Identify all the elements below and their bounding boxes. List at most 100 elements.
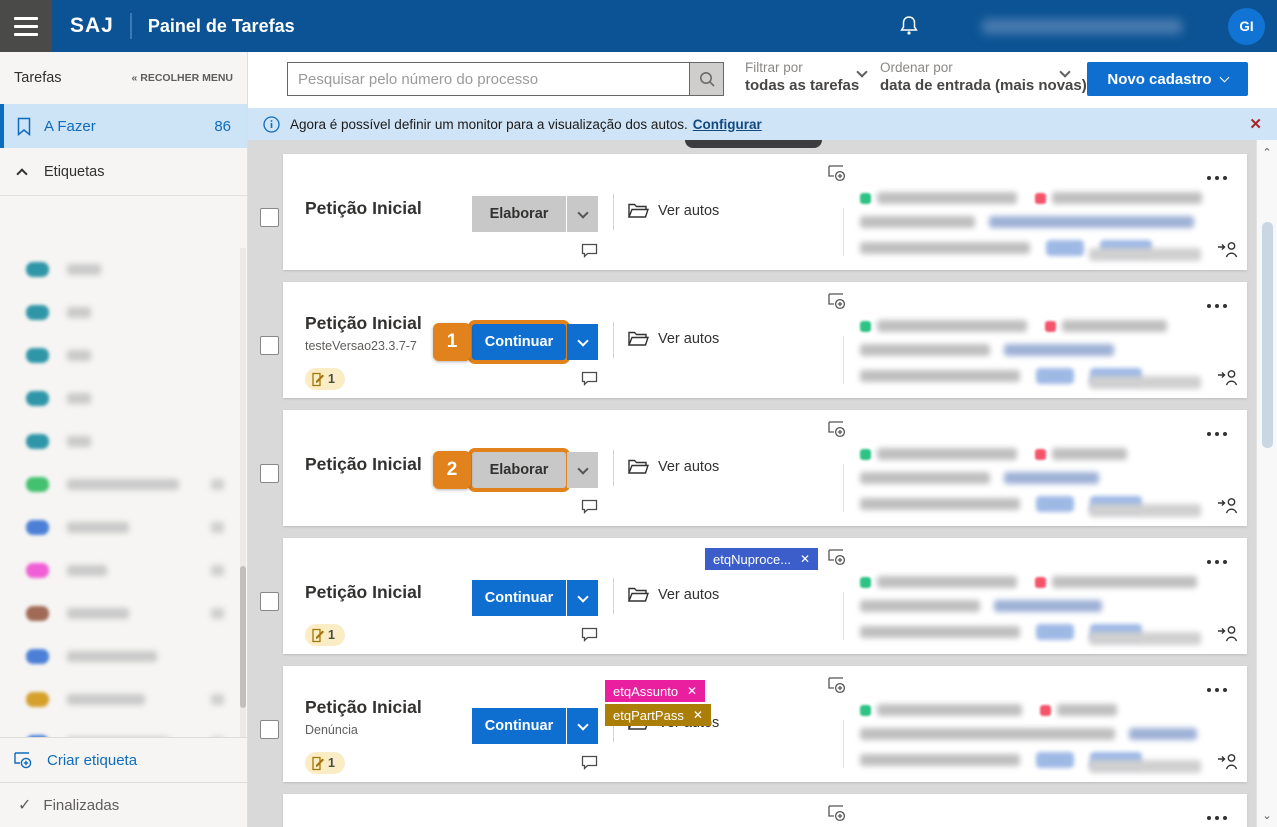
sidebar-tag-item[interactable] (0, 291, 248, 334)
filter-dropdown[interactable]: Filtrar por todas as tarefas (745, 60, 859, 94)
scroll-up-icon[interactable]: ⌃ (1257, 146, 1277, 159)
ver-autos-button[interactable]: Ver autos (628, 202, 719, 219)
sort-chevron-icon[interactable] (1061, 66, 1069, 84)
define-monitor-icon[interactable] (828, 293, 848, 310)
search-button[interactable] (689, 63, 723, 95)
tag-color-dot (26, 434, 49, 449)
comment-bubble-icon[interactable] (581, 371, 598, 386)
sidebar-item-finalizadas[interactable]: ✓ Finalizadas (0, 782, 247, 827)
main-scrollbar[interactable]: ⌃ ⌄ (1256, 140, 1277, 827)
sidebar-tag-item[interactable] (0, 506, 248, 549)
info-banner: Agora é possível definir um monitor para… (248, 108, 1277, 140)
create-tag-button[interactable]: Criar etiqueta (0, 737, 247, 782)
collapse-menu-button[interactable]: « RECOLHER MENU (131, 72, 233, 84)
assign-task-icon[interactable] (1217, 496, 1239, 514)
task-checkbox[interactable] (260, 464, 279, 483)
comment-bubble-icon[interactable] (581, 627, 598, 642)
passive-party-status-dot (1035, 577, 1046, 588)
sidebar-tag-item[interactable] (0, 248, 248, 291)
tag-remove-icon[interactable]: ✕ (693, 708, 703, 722)
tag-color-dot (26, 692, 49, 707)
tag-remove-icon[interactable]: ✕ (687, 684, 697, 698)
search-input[interactable] (288, 63, 689, 95)
hamburger-menu-icon[interactable] (0, 0, 52, 52)
define-monitor-icon[interactable] (828, 805, 848, 822)
filter-chevron-icon[interactable] (858, 66, 866, 84)
action-dropdown-chevron[interactable] (567, 196, 598, 232)
sort-value: data de entrada (mais novas) (880, 77, 1087, 94)
tag-pill[interactable]: etqPartPass✕ (605, 704, 711, 726)
task-checkbox[interactable] (260, 592, 279, 611)
tag-color-dot (26, 520, 49, 535)
task-checkbox[interactable] (260, 208, 279, 227)
task-checkbox[interactable] (260, 720, 279, 739)
more-options-icon[interactable] (1205, 172, 1229, 184)
tag-color-dot (26, 649, 49, 664)
comment-bubble-icon[interactable] (581, 243, 598, 258)
task-action-button[interactable]: Elaborar (472, 196, 566, 232)
action-dropdown-chevron[interactable] (567, 580, 598, 616)
task-action-button[interactable]: Continuar (472, 580, 566, 616)
sidebar-tag-item[interactable] (0, 678, 248, 721)
assign-task-icon[interactable] (1217, 368, 1239, 386)
detail-divider (843, 464, 844, 512)
tag-remove-icon[interactable]: ✕ (800, 552, 810, 566)
sidebar-tag-item[interactable] (0, 377, 248, 420)
comment-bubble-icon[interactable] (581, 755, 598, 770)
sidebar-tag-item[interactable] (0, 463, 248, 506)
app-window: SAJ Painel de Tarefas GI Filtrar (0, 0, 1277, 827)
tag-label-blurred (67, 651, 157, 662)
designar-tarefa-blurred (1089, 248, 1201, 261)
more-options-icon[interactable] (1205, 684, 1229, 696)
more-options-icon[interactable] (1205, 556, 1229, 568)
action-dropdown-chevron[interactable] (567, 708, 598, 744)
assign-task-icon[interactable] (1217, 752, 1239, 770)
ver-autos-button[interactable]: Ver autos (628, 586, 719, 603)
more-options-icon[interactable] (1205, 428, 1229, 440)
etiquetas-section-toggle[interactable]: Etiquetas (0, 148, 247, 196)
sidebar-item-a-fazer[interactable]: A Fazer 86 (0, 104, 247, 148)
parties-line-blurred (860, 576, 1197, 588)
comment-bubble-icon[interactable] (581, 499, 598, 514)
tag-color-dot (26, 305, 49, 320)
define-monitor-icon[interactable] (828, 421, 848, 438)
action-dropdown-chevron[interactable] (567, 452, 598, 488)
sidebar-tag-item[interactable] (0, 420, 248, 463)
define-monitor-icon[interactable] (828, 677, 848, 694)
passive-party-status-dot (1045, 321, 1056, 332)
main-scrollbar-thumb[interactable] (1262, 222, 1273, 448)
scroll-down-icon[interactable]: ⌄ (1257, 809, 1277, 822)
sidebar-scrollbar[interactable] (240, 248, 246, 789)
task-action-button[interactable]: Continuar (472, 708, 566, 744)
tag-count-blurred (211, 479, 224, 490)
parties-line-blurred (860, 320, 1167, 332)
task-action-button[interactable]: Continuar (472, 324, 566, 360)
ver-autos-button[interactable]: Ver autos (628, 458, 719, 475)
ver-autos-button[interactable]: Ver autos (628, 330, 719, 347)
action-dropdown-chevron[interactable] (567, 324, 598, 360)
assign-task-icon[interactable] (1217, 240, 1239, 258)
task-action-button[interactable]: Elaborar (472, 452, 566, 488)
parties-line-blurred (860, 704, 1117, 716)
task-card: Petição InicialDenúnciaContinuarVer auto… (283, 666, 1247, 782)
sidebar-tag-item[interactable] (0, 592, 248, 635)
new-registration-button[interactable]: Novo cadastro (1087, 62, 1248, 96)
assign-task-icon[interactable] (1217, 624, 1239, 642)
notification-bell-icon[interactable] (898, 14, 920, 38)
avatar[interactable]: GI (1228, 8, 1265, 45)
task-checkbox[interactable] (260, 336, 279, 355)
more-options-icon[interactable] (1205, 812, 1229, 824)
sort-dropdown[interactable]: Ordenar por data de entrada (mais novas) (880, 60, 1087, 94)
banner-close-icon[interactable]: ✕ (1249, 115, 1262, 133)
sidebar-tag-item[interactable] (0, 549, 248, 592)
tag-pill[interactable]: etqNuproce...✕ (705, 548, 818, 570)
sidebar-tag-item[interactable] (0, 635, 248, 678)
define-monitor-icon[interactable] (828, 165, 848, 182)
define-monitor-icon[interactable] (828, 549, 848, 566)
more-options-icon[interactable] (1205, 300, 1229, 312)
banner-configure-link[interactable]: Configurar (693, 117, 762, 132)
tag-pill[interactable]: etqAssunto✕ (605, 680, 705, 702)
tag-label-blurred (67, 694, 145, 705)
sidebar-scrollbar-thumb[interactable] (240, 566, 246, 708)
sidebar-tag-item[interactable] (0, 334, 248, 377)
